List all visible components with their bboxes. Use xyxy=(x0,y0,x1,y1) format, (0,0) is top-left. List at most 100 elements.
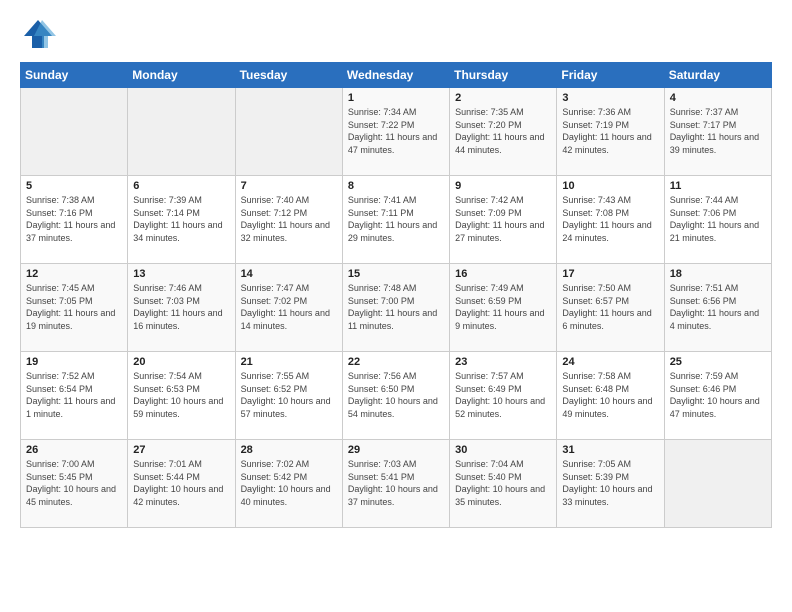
day-number: 1 xyxy=(348,92,444,104)
weekday-header-row: SundayMondayTuesdayWednesdayThursdayFrid… xyxy=(21,63,772,88)
day-info: Sunrise: 7:48 AMSunset: 7:00 PMDaylight:… xyxy=(348,282,444,332)
day-info: Sunrise: 7:04 AMSunset: 5:40 PMDaylight:… xyxy=(455,458,551,508)
day-info: Sunrise: 7:41 AMSunset: 7:11 PMDaylight:… xyxy=(348,194,444,244)
calendar-cell: 8Sunrise: 7:41 AMSunset: 7:11 PMDaylight… xyxy=(342,176,449,264)
calendar-cell: 1Sunrise: 7:34 AMSunset: 7:22 PMDaylight… xyxy=(342,88,449,176)
day-number: 11 xyxy=(670,180,766,192)
day-number: 24 xyxy=(562,356,658,368)
day-number: 18 xyxy=(670,268,766,280)
calendar-cell: 18 Sunrise: 7:51 AMSunset: 6:56 PMDayligh… xyxy=(664,264,771,352)
day-number: 10 xyxy=(562,180,658,192)
day-number: 16 xyxy=(455,268,551,280)
day-info: Sunrise: 7:44 AMSunset: 7:06 PMDaylight:… xyxy=(670,194,766,244)
day-number: 22 xyxy=(348,356,444,368)
calendar-table: SundayMondayTuesdayWednesdayThursdayFrid… xyxy=(20,62,772,528)
day-info: Sunrise: 7:49 AMSunset: 6:59 PMDaylight:… xyxy=(455,282,551,332)
logo xyxy=(20,16,60,52)
day-info: Sunrise: 7:39 AMSunset: 7:14 PMDaylight:… xyxy=(133,194,229,244)
calendar-cell: 15 Sunrise: 7:48 AMSunset: 7:00 PMDayligh… xyxy=(342,264,449,352)
day-number: 15 xyxy=(348,268,444,280)
calendar-cell: 20 Sunrise: 7:54 AMSunset: 6:53 PMDayligh… xyxy=(128,352,235,440)
day-number: 20 xyxy=(133,356,229,368)
day-info: Sunrise: 7:00 AMSunset: 5:45 PMDaylight:… xyxy=(26,458,122,508)
calendar-cell: 12 Sunrise: 7:45 AMSunset: 7:05 PMDayligh… xyxy=(21,264,128,352)
day-info: Sunrise: 7:40 AMSunset: 7:12 PMDaylight:… xyxy=(241,194,337,244)
calendar-cell: 22 Sunrise: 7:56 AMSunset: 6:50 PMDayligh… xyxy=(342,352,449,440)
weekday-header: Thursday xyxy=(450,63,557,88)
calendar-cell: 14 Sunrise: 7:47 AMSunset: 7:02 PMDayligh… xyxy=(235,264,342,352)
calendar-week-row: 5 Sunrise: 7:38 AMSunset: 7:16 PMDaylight… xyxy=(21,176,772,264)
day-info: Sunrise: 7:50 AMSunset: 6:57 PMDaylight:… xyxy=(562,282,658,332)
calendar-cell: 30Sunrise: 7:04 AMSunset: 5:40 PMDayligh… xyxy=(450,440,557,528)
day-number: 29 xyxy=(348,444,444,456)
day-info: Sunrise: 7:51 AMSunset: 6:56 PMDaylight:… xyxy=(670,282,766,332)
header xyxy=(20,16,772,52)
day-number: 19 xyxy=(26,356,122,368)
calendar-cell: 19 Sunrise: 7:52 AMSunset: 6:54 PMDayligh… xyxy=(21,352,128,440)
day-info: Sunrise: 7:56 AMSunset: 6:50 PMDaylight:… xyxy=(348,370,444,420)
day-info: Sunrise: 7:46 AMSunset: 7:03 PMDaylight:… xyxy=(133,282,229,332)
day-number: 3 xyxy=(562,92,658,104)
calendar-cell: 28 Sunrise: 7:02 AMSunset: 5:42 PMDayligh… xyxy=(235,440,342,528)
calendar-cell: 27 Sunrise: 7:01 AMSunset: 5:44 PMDayligh… xyxy=(128,440,235,528)
day-info: Sunrise: 7:05 AMSunset: 5:39 PMDaylight:… xyxy=(562,458,658,508)
day-number: 9 xyxy=(455,180,551,192)
calendar-cell: 11 Sunrise: 7:44 AMSunset: 7:06 PMDayligh… xyxy=(664,176,771,264)
day-number: 21 xyxy=(241,356,337,368)
day-info: Sunrise: 7:03 AMSunset: 5:41 PMDaylight:… xyxy=(348,458,444,508)
day-number: 26 xyxy=(26,444,122,456)
calendar-cell: 25Sunrise: 7:59 AMSunset: 6:46 PMDayligh… xyxy=(664,352,771,440)
day-info: Sunrise: 7:42 AMSunset: 7:09 PMDaylight:… xyxy=(455,194,551,244)
calendar-week-row: 12 Sunrise: 7:45 AMSunset: 7:05 PMDayligh… xyxy=(21,264,772,352)
calendar-week-row: 19 Sunrise: 7:52 AMSunset: 6:54 PMDayligh… xyxy=(21,352,772,440)
calendar-cell: 6 Sunrise: 7:39 AMSunset: 7:14 PMDaylight… xyxy=(128,176,235,264)
day-info: Sunrise: 7:45 AMSunset: 7:05 PMDaylight:… xyxy=(26,282,122,332)
day-number: 27 xyxy=(133,444,229,456)
day-number: 2 xyxy=(455,92,551,104)
calendar-week-row: 1Sunrise: 7:34 AMSunset: 7:22 PMDaylight… xyxy=(21,88,772,176)
weekday-header: Saturday xyxy=(664,63,771,88)
day-info: Sunrise: 7:35 AMSunset: 7:20 PMDaylight:… xyxy=(455,106,551,156)
day-number: 23 xyxy=(455,356,551,368)
day-number: 6 xyxy=(133,180,229,192)
calendar-cell: 13 Sunrise: 7:46 AMSunset: 7:03 PMDayligh… xyxy=(128,264,235,352)
calendar-cell: 26 Sunrise: 7:00 AMSunset: 5:45 PMDayligh… xyxy=(21,440,128,528)
day-number: 4 xyxy=(670,92,766,104)
day-number: 13 xyxy=(133,268,229,280)
weekday-header: Sunday xyxy=(21,63,128,88)
day-info: Sunrise: 7:57 AMSunset: 6:49 PMDaylight:… xyxy=(455,370,551,420)
calendar-cell: 4Sunrise: 7:37 AMSunset: 7:17 PMDaylight… xyxy=(664,88,771,176)
day-number: 28 xyxy=(241,444,337,456)
calendar-cell: 29 Sunrise: 7:03 AMSunset: 5:41 PMDayligh… xyxy=(342,440,449,528)
weekday-header: Tuesday xyxy=(235,63,342,88)
weekday-header: Monday xyxy=(128,63,235,88)
day-info: Sunrise: 7:55 AMSunset: 6:52 PMDaylight:… xyxy=(241,370,337,420)
logo-icon xyxy=(20,16,56,52)
day-info: Sunrise: 7:38 AMSunset: 7:16 PMDaylight:… xyxy=(26,194,122,244)
day-info: Sunrise: 7:59 AMSunset: 6:46 PMDaylight:… xyxy=(670,370,766,420)
calendar-cell: 17Sunrise: 7:50 AMSunset: 6:57 PMDayligh… xyxy=(557,264,664,352)
weekday-header: Friday xyxy=(557,63,664,88)
calendar-cell: 23 Sunrise: 7:57 AMSunset: 6:49 PMDayligh… xyxy=(450,352,557,440)
day-info: Sunrise: 7:52 AMSunset: 6:54 PMDaylight:… xyxy=(26,370,122,420)
calendar-cell: 3 Sunrise: 7:36 AMSunset: 7:19 PMDaylight… xyxy=(557,88,664,176)
day-number: 12 xyxy=(26,268,122,280)
day-info: Sunrise: 7:54 AMSunset: 6:53 PMDaylight:… xyxy=(133,370,229,420)
day-info: Sunrise: 7:36 AMSunset: 7:19 PMDaylight:… xyxy=(562,106,658,156)
calendar-cell: 2 Sunrise: 7:35 AMSunset: 7:20 PMDaylight… xyxy=(450,88,557,176)
calendar-cell: 5 Sunrise: 7:38 AMSunset: 7:16 PMDaylight… xyxy=(21,176,128,264)
calendar-cell: 31 Sunrise: 7:05 AMSunset: 5:39 PMDayligh… xyxy=(557,440,664,528)
day-number: 14 xyxy=(241,268,337,280)
day-info: Sunrise: 7:01 AMSunset: 5:44 PMDaylight:… xyxy=(133,458,229,508)
calendar-cell: 16 Sunrise: 7:49 AMSunset: 6:59 PMDayligh… xyxy=(450,264,557,352)
day-number: 31 xyxy=(562,444,658,456)
calendar-cell: 21 Sunrise: 7:55 AMSunset: 6:52 PMDayligh… xyxy=(235,352,342,440)
day-number: 7 xyxy=(241,180,337,192)
day-info: Sunrise: 7:47 AMSunset: 7:02 PMDaylight:… xyxy=(241,282,337,332)
calendar-cell xyxy=(21,88,128,176)
calendar-cell xyxy=(128,88,235,176)
calendar-cell: 24Sunrise: 7:58 AMSunset: 6:48 PMDayligh… xyxy=(557,352,664,440)
calendar-cell xyxy=(664,440,771,528)
day-info: Sunrise: 7:02 AMSunset: 5:42 PMDaylight:… xyxy=(241,458,337,508)
day-number: 5 xyxy=(26,180,122,192)
